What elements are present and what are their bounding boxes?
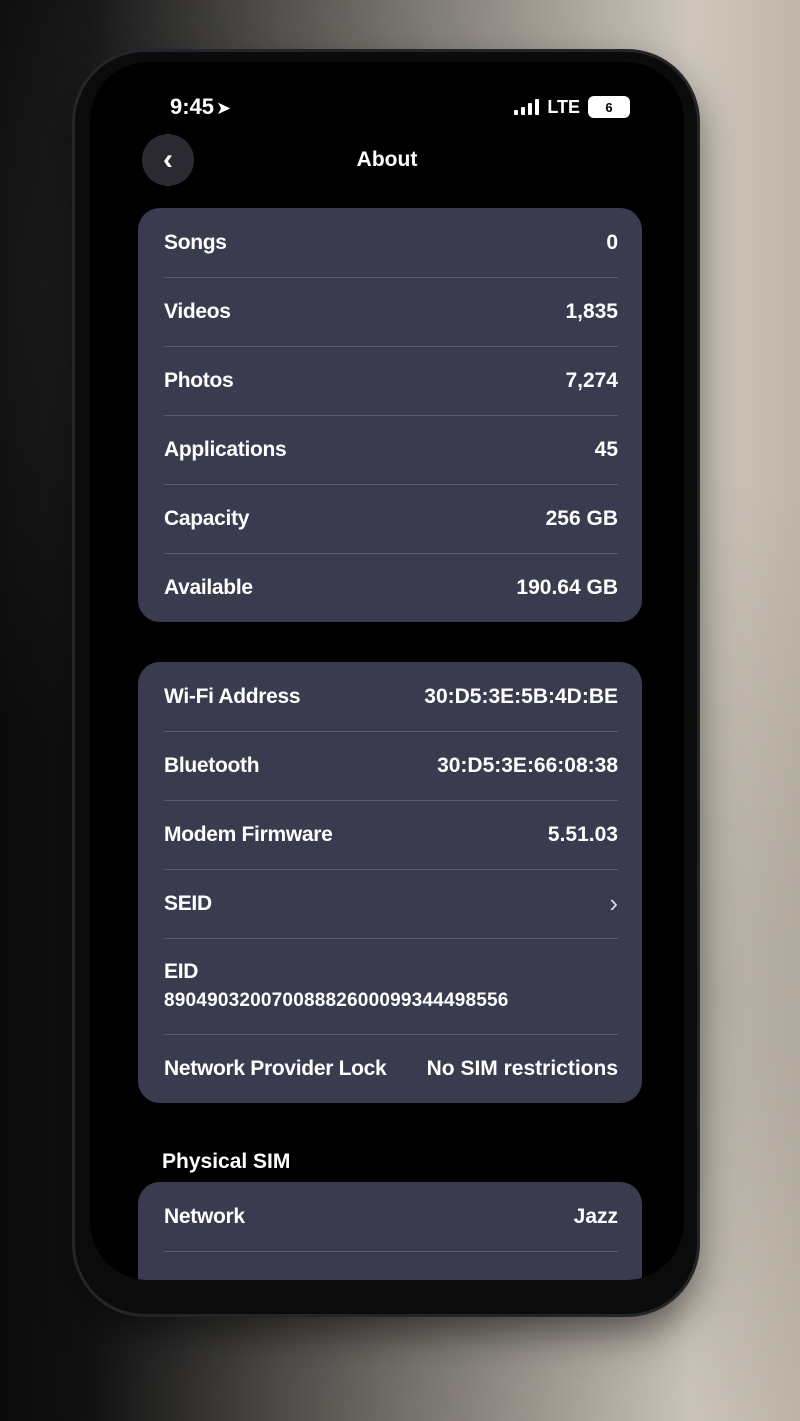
network-type: LTE [547,96,580,117]
row-label: Wi-Fi Address [164,684,301,708]
row-label: SEID [164,891,212,915]
eid-value: 89049032007008882600099344498556 [164,990,509,1011]
battery-icon: 6 [588,96,630,118]
list-item-videos: Videos 1,835 [138,277,642,346]
network-info-card: Wi-Fi Address 30:D5:3E:5B:4D:BE Bluetoot… [138,662,642,1103]
list-item-capacity: Capacity 256 GB [138,484,642,553]
list-item-available: Available 190.64 GB [138,553,642,622]
page-title: About [356,148,418,171]
row-label: Network Provider Lock [164,1056,387,1080]
row-value: 30:D5:3E:66:08:38 [437,753,618,777]
media-info-card: Songs 0 Videos 1,835 Photos 7,274 Applic… [138,208,642,622]
physical-sim-card: Network Jazz [138,1182,642,1280]
row-label: Available [164,575,253,599]
list-item-applications: Applications 45 [138,415,642,484]
list-item-eid: EID 89049032007008882600099344498556 [138,938,642,1034]
row-value: 190.64 GB [516,575,618,599]
row-value: Jazz [573,1204,618,1228]
battery-level: 6 [605,99,613,115]
row-label: Bluetooth [164,753,260,777]
row-value: 256 GB [545,506,618,530]
list-item-wifi-address: Wi-Fi Address 30:D5:3E:5B:4D:BE [138,662,642,731]
list-item-bluetooth: Bluetooth 30:D5:3E:66:08:38 [138,731,642,800]
signal-bars-icon [514,99,540,115]
list-item-partial [138,1251,642,1280]
status-bar: 9:45 ➤ LTE 6 [170,94,630,124]
row-value: 0 [606,230,618,254]
row-label: Videos [164,299,231,323]
list-item-network-provider-lock: Network Provider Lock No SIM restriction… [138,1034,642,1103]
row-value: 45 [594,437,618,461]
row-value: 1,835 [565,299,618,323]
row-label: Modem Firmware [164,822,333,846]
row-label: Songs [164,230,227,254]
list-item-photos: Photos 7,274 [138,346,642,415]
row-label: Network [164,1204,245,1228]
row-value: 30:D5:3E:5B:4D:BE [424,684,618,708]
row-label: Applications [164,437,287,461]
time-label: 9:45 [170,94,215,119]
list-item-network: Network Jazz [138,1182,642,1251]
section-header-physical-sim: Physical SIM [162,1150,291,1173]
list-item-seid[interactable]: SEID › [138,869,642,938]
list-item-songs: Songs 0 [138,208,642,277]
row-label: Capacity [164,506,250,530]
status-right: LTE 6 [514,96,630,118]
chevron-right-icon: › [609,888,618,918]
phone-screen: 9:45 ➤ LTE 6 ‹ About Songs 0 Videos 1,835… [90,62,684,1280]
row-value: 7,274 [565,368,618,392]
row-value: 5.51.03 [547,822,618,846]
list-item-modem-firmware: Modem Firmware 5.51.03 [138,800,642,869]
row-label: Photos [164,368,234,392]
status-time: 9:45 ➤ [170,94,231,120]
row-label: EID [164,960,199,983]
row-value: No SIM restrictions [426,1056,618,1080]
location-arrow-icon: ➤ [216,98,232,118]
